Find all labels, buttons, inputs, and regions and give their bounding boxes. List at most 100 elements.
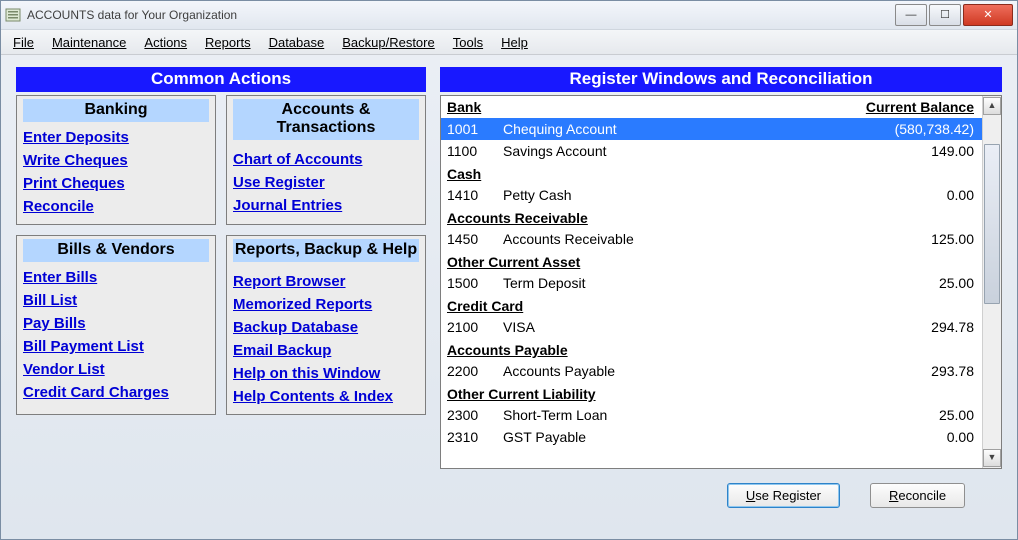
link-memorized-reports[interactable]: Memorized Reports xyxy=(233,293,419,316)
reconcile-label: R xyxy=(889,488,898,503)
panel-banking: Banking Enter DepositsWrite ChequesPrint… xyxy=(16,95,216,225)
use-register-button[interactable]: Use Register xyxy=(727,483,840,508)
link-enter-deposits[interactable]: Enter Deposits xyxy=(23,126,209,149)
account-name: Savings Account xyxy=(497,143,834,159)
link-help-contents-index[interactable]: Help Contents & Index xyxy=(233,385,419,408)
reconcile-button[interactable]: Reconcile xyxy=(870,483,965,508)
panel-reports-backup-help: Reports, Backup & Help Report BrowserMem… xyxy=(226,235,426,415)
account-row-2300[interactable]: 2300Short-Term Loan25.00 xyxy=(441,404,982,426)
common-actions-title: Common Actions xyxy=(16,67,426,92)
panel-reports-backup-help-title: Reports, Backup & Help xyxy=(233,239,419,262)
link-email-backup[interactable]: Email Backup xyxy=(233,339,419,362)
account-balance: 293.78 xyxy=(834,363,978,379)
menu-backup-restore[interactable]: Backup/Restore xyxy=(336,33,445,52)
account-row-2100[interactable]: 2100VISA294.78 xyxy=(441,316,982,338)
menu-database[interactable]: Database xyxy=(263,33,335,52)
maximize-button[interactable]: ☐ xyxy=(929,4,961,26)
header-balance: Current Balance xyxy=(834,99,978,115)
register-column: Register Windows and Reconciliation Bank… xyxy=(440,67,1002,529)
link-vendor-list[interactable]: Vendor List xyxy=(23,358,209,381)
link-reconcile[interactable]: Reconcile xyxy=(23,195,209,218)
account-name: GST Payable xyxy=(497,429,834,445)
account-row-1500[interactable]: 1500Term Deposit25.00 xyxy=(441,272,982,294)
link-enter-bills[interactable]: Enter Bills xyxy=(23,266,209,289)
link-bill-payment-list[interactable]: Bill Payment List xyxy=(23,335,209,358)
category-accounts-receivable: Accounts Receivable xyxy=(441,206,982,228)
account-code: 1500 xyxy=(447,275,497,291)
account-name: Accounts Receivable xyxy=(497,231,834,247)
account-balance: 125.00 xyxy=(834,231,978,247)
account-balance: 0.00 xyxy=(834,429,978,445)
category-credit-card: Credit Card xyxy=(441,294,982,316)
link-report-browser[interactable]: Report Browser xyxy=(233,270,419,293)
link-journal-entries[interactable]: Journal Entries xyxy=(233,194,419,217)
account-row-2310[interactable]: 2310GST Payable0.00 xyxy=(441,426,982,448)
menu-maintenance[interactable]: Maintenance xyxy=(46,33,136,52)
account-name: Chequing Account xyxy=(497,121,834,137)
account-code: 1001 xyxy=(447,121,497,137)
account-code: 1410 xyxy=(447,187,497,203)
link-credit-card-charges[interactable]: Credit Card Charges xyxy=(23,381,209,404)
panel-accounts-transactions: Accounts & Transactions Chart of Account… xyxy=(226,95,426,225)
menu-file[interactable]: File xyxy=(7,33,44,52)
account-name: Petty Cash xyxy=(497,187,834,203)
link-print-cheques[interactable]: Print Cheques xyxy=(23,172,209,195)
register-header: BankCurrent Balance xyxy=(441,96,982,118)
category-cash: Cash xyxy=(441,162,982,184)
scrollbar[interactable]: ▲ ▼ xyxy=(982,96,1001,468)
account-name: VISA xyxy=(497,319,834,335)
account-row-2200[interactable]: 2200Accounts Payable293.78 xyxy=(441,360,982,382)
scroll-up-button[interactable]: ▲ xyxy=(983,97,1001,115)
link-pay-bills[interactable]: Pay Bills xyxy=(23,312,209,335)
titlebar: ACCOUNTS data for Your Organization — ☐ … xyxy=(1,1,1017,30)
account-name: Short-Term Loan xyxy=(497,407,834,423)
account-balance: 149.00 xyxy=(834,143,978,159)
account-code: 1450 xyxy=(447,231,497,247)
category-accounts-payable: Accounts Payable xyxy=(441,338,982,360)
panel-banking-title: Banking xyxy=(23,99,209,122)
account-row-1410[interactable]: 1410Petty Cash0.00 xyxy=(441,184,982,206)
register-list: BankCurrent Balance1001Chequing Account(… xyxy=(440,95,1002,469)
app-icon xyxy=(5,7,21,23)
scroll-down-button[interactable]: ▼ xyxy=(983,449,1001,467)
account-balance: 25.00 xyxy=(834,275,978,291)
link-help-on-this-window[interactable]: Help on this Window xyxy=(233,362,419,385)
common-actions-column: Common Actions Banking Enter DepositsWri… xyxy=(16,67,426,529)
account-balance: 0.00 xyxy=(834,187,978,203)
account-row-1001[interactable]: 1001Chequing Account(580,738.42) xyxy=(441,118,982,140)
window-buttons: — ☐ ✕ xyxy=(893,4,1013,26)
close-icon: ✕ xyxy=(983,10,992,21)
link-backup-database[interactable]: Backup Database xyxy=(233,316,419,339)
category-other-current-liability: Other Current Liability xyxy=(441,382,982,404)
panel-bills-vendors: Bills & Vendors Enter BillsBill ListPay … xyxy=(16,235,216,415)
register-action-buttons: Use Register Reconcile xyxy=(690,469,1002,508)
account-code: 2100 xyxy=(447,319,497,335)
account-balance: (580,738.42) xyxy=(834,121,978,137)
menu-help[interactable]: Help xyxy=(495,33,538,52)
menu-reports[interactable]: Reports xyxy=(199,33,261,52)
scroll-track[interactable] xyxy=(984,116,1000,448)
menubar: FileMaintenanceActionsReportsDatabaseBac… xyxy=(1,30,1017,55)
link-bill-list[interactable]: Bill List xyxy=(23,289,209,312)
menu-actions[interactable]: Actions xyxy=(138,33,197,52)
account-name: Term Deposit xyxy=(497,275,834,291)
account-row-1100[interactable]: 1100Savings Account149.00 xyxy=(441,140,982,162)
account-code: 2310 xyxy=(447,429,497,445)
link-chart-of-accounts[interactable]: Chart of Accounts xyxy=(233,148,419,171)
scroll-thumb[interactable] xyxy=(984,144,1000,304)
app-window: ACCOUNTS data for Your Organization — ☐ … xyxy=(0,0,1018,540)
panel-bills-vendors-title: Bills & Vendors xyxy=(23,239,209,262)
menu-tools[interactable]: Tools xyxy=(447,33,493,52)
close-button[interactable]: ✕ xyxy=(963,4,1013,26)
account-row-1450[interactable]: 1450Accounts Receivable125.00 xyxy=(441,228,982,250)
minimize-button[interactable]: — xyxy=(895,4,927,26)
link-write-cheques[interactable]: Write Cheques xyxy=(23,149,209,172)
link-use-register[interactable]: Use Register xyxy=(233,171,419,194)
account-balance: 294.78 xyxy=(834,319,978,335)
panel-accounts-transactions-title: Accounts & Transactions xyxy=(233,99,419,140)
category-other-current-asset: Other Current Asset xyxy=(441,250,982,272)
register-title: Register Windows and Reconciliation xyxy=(440,67,1002,92)
account-balance: 25.00 xyxy=(834,407,978,423)
account-code: 2300 xyxy=(447,407,497,423)
maximize-icon: ☐ xyxy=(940,10,950,21)
